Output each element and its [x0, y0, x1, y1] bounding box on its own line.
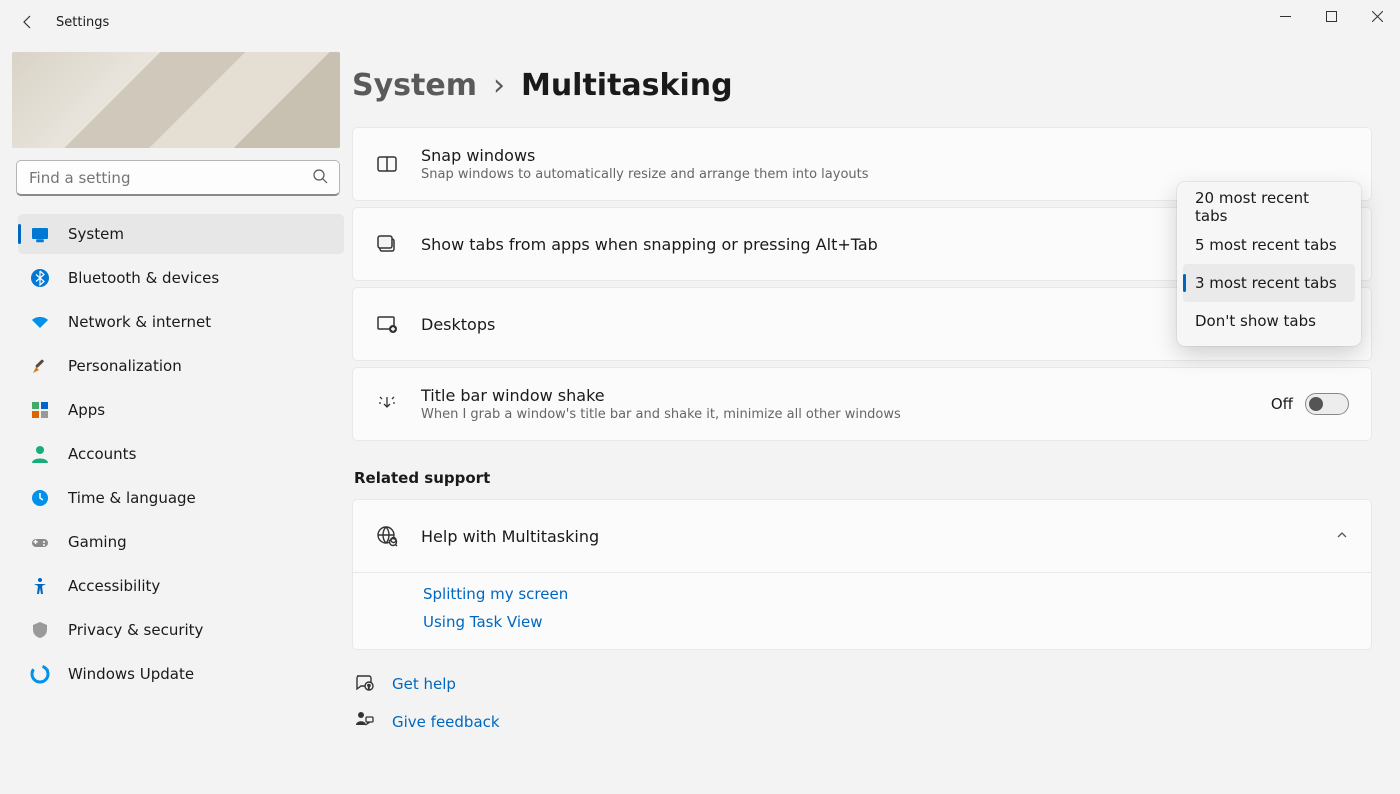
profile-banner[interactable]	[12, 52, 340, 148]
toggle-knob	[1309, 397, 1323, 411]
arrow-left-icon	[20, 14, 36, 30]
snap-windows-title: Snap windows	[421, 146, 1349, 165]
nav-label: Apps	[68, 401, 105, 419]
title-bar: Settings	[0, 0, 1400, 44]
search-icon	[312, 168, 328, 188]
nav-label: Bluetooth & devices	[68, 269, 219, 287]
back-button[interactable]	[8, 2, 48, 42]
paintbrush-icon	[30, 356, 50, 376]
close-icon	[1372, 11, 1383, 22]
dropdown-option-3[interactable]: 3 most recent tabs	[1183, 264, 1355, 302]
nav-item-bluetooth[interactable]: Bluetooth & devices	[18, 258, 344, 298]
shield-icon	[30, 620, 50, 640]
snap-windows-icon	[375, 153, 399, 175]
alt-tab-icon	[375, 233, 399, 255]
sidebar: System Bluetooth & devices Network & int…	[0, 44, 352, 794]
person-icon	[30, 444, 50, 464]
nav-label: Accounts	[68, 445, 136, 463]
dropdown-option-label: 5 most recent tabs	[1195, 236, 1337, 254]
breadcrumb-current: Multitasking	[521, 68, 733, 103]
globe-help-icon	[375, 525, 399, 547]
maximize-button[interactable]	[1308, 0, 1354, 32]
maximize-icon	[1326, 11, 1337, 22]
help-links: Splitting my screen Using Task View	[353, 572, 1371, 649]
help-card: Help with Multitasking Splitting my scre…	[352, 499, 1372, 650]
nav-item-personalization[interactable]: Personalization	[18, 346, 344, 386]
search-input[interactable]	[16, 160, 340, 196]
search-field-wrap	[16, 160, 340, 196]
help-header-row[interactable]: Help with Multitasking	[353, 500, 1371, 572]
show-tabs-row[interactable]: Show tabs from apps when snapping or pre…	[352, 207, 1372, 281]
nav-label: System	[68, 225, 124, 243]
nav-item-accounts[interactable]: Accounts	[18, 434, 344, 474]
shake-title: Title bar window shake	[421, 386, 1249, 405]
breadcrumb-parent[interactable]: System	[352, 68, 477, 103]
minimize-button[interactable]	[1262, 0, 1308, 32]
nav-item-windows-update[interactable]: Windows Update	[18, 654, 344, 694]
nav-label: Gaming	[68, 533, 127, 551]
nav-item-gaming[interactable]: Gaming	[18, 522, 344, 562]
help-link-task-view[interactable]: Using Task View	[423, 613, 1349, 631]
shake-icon	[375, 393, 399, 415]
bluetooth-icon	[30, 268, 50, 288]
close-button[interactable]	[1354, 0, 1400, 32]
give-feedback-label: Give feedback	[392, 713, 500, 731]
related-support-heading: Related support	[354, 469, 1372, 487]
nav-item-time-language[interactable]: Time & language	[18, 478, 344, 518]
shake-toggle-label: Off	[1271, 395, 1293, 413]
nav-item-network[interactable]: Network & internet	[18, 302, 344, 342]
footer-links: ? Get help Give feedback	[352, 672, 1372, 734]
nav-item-accessibility[interactable]: Accessibility	[18, 566, 344, 606]
help-title: Help with Multitasking	[421, 527, 1313, 546]
nav-item-privacy[interactable]: Privacy & security	[18, 610, 344, 650]
shake-toggle[interactable]	[1305, 393, 1349, 415]
clock-globe-icon	[30, 488, 50, 508]
shake-toggle-group: Off	[1271, 393, 1349, 415]
gamepad-icon	[30, 532, 50, 552]
get-help-link[interactable]: ? Get help	[354, 672, 1372, 696]
breadcrumb: System › Multitasking	[352, 68, 1372, 103]
dropdown-option-label: 3 most recent tabs	[1195, 274, 1337, 292]
nav-label: Network & internet	[68, 313, 211, 331]
accessibility-icon	[30, 576, 50, 596]
dropdown-option-none[interactable]: Don't show tabs	[1183, 302, 1355, 340]
nav-label: Personalization	[68, 357, 182, 375]
update-icon	[30, 664, 50, 684]
nav-label: Accessibility	[68, 577, 160, 595]
svg-text:?: ?	[367, 684, 370, 691]
nav-label: Privacy & security	[68, 621, 203, 639]
give-feedback-link[interactable]: Give feedback	[354, 710, 1372, 734]
window-title: Settings	[56, 15, 109, 30]
window-controls	[1262, 0, 1400, 32]
chevron-up-icon	[1335, 527, 1349, 546]
wifi-icon	[30, 312, 50, 332]
feedback-icon	[354, 710, 374, 734]
tabs-dropdown-popup: 20 most recent tabs 5 most recent tabs 3…	[1177, 182, 1361, 346]
dropdown-option-label: Don't show tabs	[1195, 312, 1316, 330]
help-link-splitting[interactable]: Splitting my screen	[423, 585, 1349, 603]
breadcrumb-separator: ›	[493, 68, 505, 103]
desktops-icon	[375, 313, 399, 335]
nav-label: Windows Update	[68, 665, 194, 683]
dropdown-option-20[interactable]: 20 most recent tabs	[1183, 188, 1355, 226]
main-content: System › Multitasking Snap windows Snap …	[352, 44, 1400, 794]
help-chat-icon: ?	[354, 672, 374, 696]
title-bar-shake-row: Title bar window shake When I grab a win…	[352, 367, 1372, 441]
get-help-label: Get help	[392, 675, 456, 693]
dropdown-option-5[interactable]: 5 most recent tabs	[1183, 226, 1355, 264]
system-icon	[30, 224, 50, 244]
apps-icon	[30, 400, 50, 420]
shake-sub: When I grab a window's title bar and sha…	[421, 407, 1249, 422]
nav-label: Time & language	[68, 489, 196, 507]
nav-item-apps[interactable]: Apps	[18, 390, 344, 430]
nav-item-system[interactable]: System	[18, 214, 344, 254]
dropdown-option-label: 20 most recent tabs	[1195, 189, 1343, 225]
snap-windows-sub: Snap windows to automatically resize and…	[421, 167, 1349, 182]
minimize-icon	[1280, 11, 1291, 22]
nav-list: System Bluetooth & devices Network & int…	[12, 214, 344, 694]
